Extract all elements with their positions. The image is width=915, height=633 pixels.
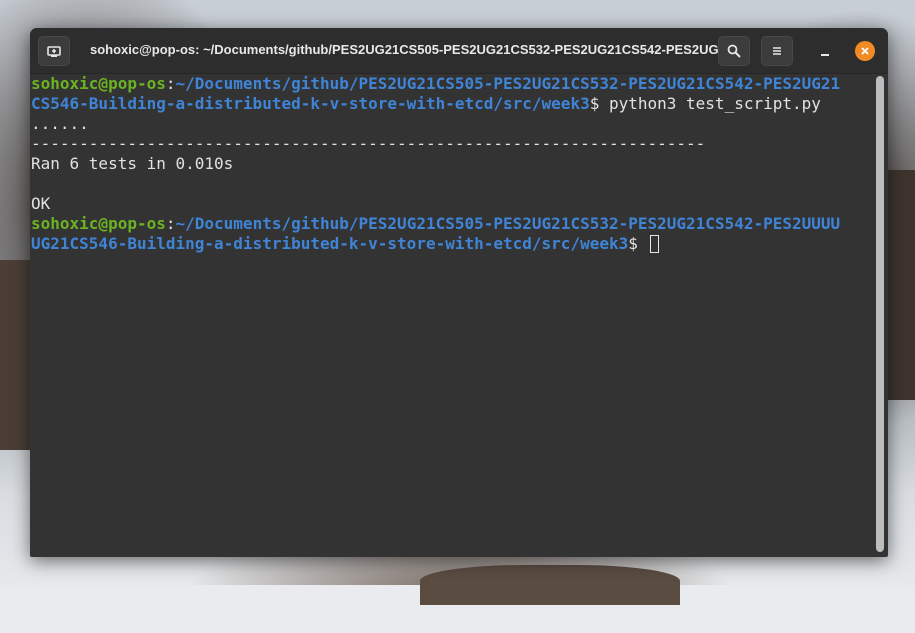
prompt-line-1-wrap: CS546-Building-a-distributed-k-v-store-w… — [31, 94, 876, 114]
prompt-path: ~/Documents/github/PES2UG21CS505-PES2UG2… — [175, 74, 841, 93]
close-icon — [861, 47, 869, 55]
search-icon — [727, 44, 741, 58]
prompt-path-continued: CS546-Building-a-distributed-k-v-store-w… — [31, 94, 590, 113]
output-separator: ----------------------------------------… — [31, 134, 706, 153]
prompt-line-1: sohoxic@pop-os:~/Documents/github/PES2UG… — [31, 74, 876, 94]
new-tab-icon — [47, 46, 61, 57]
prompt-path: ~/Documents/github/PES2UG21CS505-PES2UG2… — [175, 214, 841, 233]
hamburger-menu-icon — [773, 47, 781, 55]
output-blank — [31, 174, 876, 194]
prompt-line-2-wrap: UG21CS546-Building-a-distributed-k-v-sto… — [31, 234, 876, 254]
output-ran-tests: Ran 6 tests in 0.010s — [31, 154, 234, 173]
new-tab-button[interactable] — [38, 36, 70, 66]
command-text: python3 test_script.py — [608, 94, 821, 113]
prompt-line-2: sohoxic@pop-os:~/Documents/github/PES2UG… — [31, 214, 876, 234]
close-button[interactable] — [855, 41, 875, 61]
prompt-symbol: $ — [628, 234, 648, 253]
terminal-output[interactable]: sohoxic@pop-os:~/Documents/github/PES2UG… — [30, 74, 876, 557]
prompt-symbol: $ — [589, 94, 609, 113]
prompt-colon: : — [165, 74, 176, 93]
terminal-window: sohoxic@pop-os: ~/Documents/github/PES2U… — [30, 28, 888, 557]
wallpaper-rock-right — [888, 170, 915, 400]
output-ok: OK — [31, 194, 51, 213]
menu-button[interactable] — [761, 36, 793, 66]
prompt-user: sohoxic@pop-os — [31, 214, 166, 233]
wallpaper-rock-bottom — [420, 565, 680, 605]
output-dots: ...... — [31, 114, 89, 133]
title-bar: sohoxic@pop-os: ~/Documents/github/PES2U… — [30, 28, 888, 74]
minimize-button[interactable] — [814, 40, 836, 62]
wallpaper-rock-left — [0, 260, 30, 450]
prompt-colon: : — [165, 214, 176, 233]
prompt-path-continued: UG21CS546-Building-a-distributed-k-v-sto… — [31, 234, 629, 253]
text-cursor — [649, 235, 659, 253]
vertical-scrollbar[interactable] — [876, 76, 884, 552]
search-button[interactable] — [718, 36, 750, 66]
prompt-user: sohoxic@pop-os — [31, 74, 166, 93]
window-title: sohoxic@pop-os: ~/Documents/github/PES2U… — [90, 42, 730, 57]
